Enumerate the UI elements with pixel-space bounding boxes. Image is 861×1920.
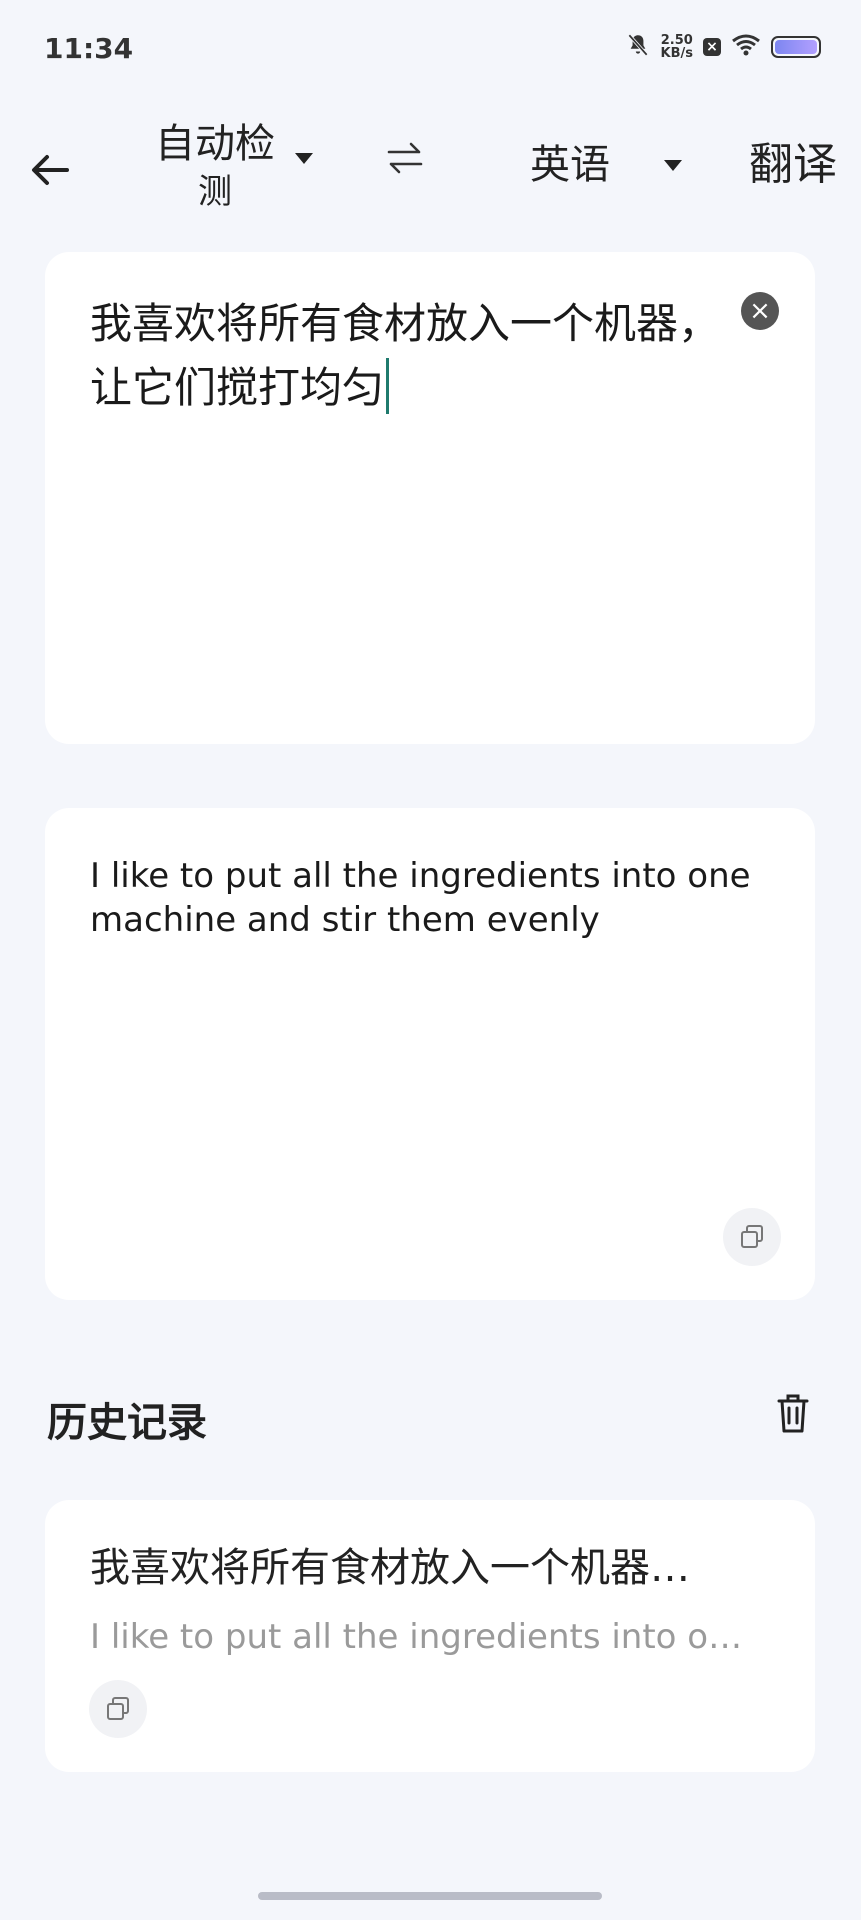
status-bar: 11:34 2.50 KB/s × [0,0,861,100]
network-speed: 2.50 KB/s [661,34,693,60]
clear-icon: × [749,296,771,326]
source-language-line1: 自动检 [155,121,275,167]
back-button[interactable] [20,140,80,200]
source-input-card[interactable]: 我喜欢将所有食材放入一个机器，让它们搅打均匀 × [45,252,815,744]
target-language-label: 英语 [530,142,610,188]
status-time: 11:34 [44,32,134,65]
history-title: 历史记录 [47,1400,207,1446]
clear-input-button[interactable]: × [741,292,779,330]
swap-languages-button[interactable] [385,140,425,180]
battery-fill [775,40,817,54]
clear-history-button[interactable] [765,1385,821,1441]
history-source-text: 我喜欢将所有食材放入一个机器… [90,1545,690,1591]
status-icons: 2.50 KB/s × [625,32,821,62]
text-cursor [386,358,390,414]
translation-text: I like to put all the ingredients into o… [90,856,751,940]
home-indicator[interactable] [258,1892,602,1900]
trash-icon [777,1394,809,1433]
translate-toolbar: 自动检 测 英语 翻译 [0,120,861,230]
copy-icon [107,1697,129,1720]
copy-translation-button[interactable] [723,1208,781,1266]
translate-button[interactable]: 翻译 [749,135,837,195]
source-text: 我喜欢将所有食材放入一个机器，让它们搅打均匀 [90,299,721,412]
wifi-icon [731,33,761,61]
source-language-label: 自动检 测 [140,120,290,216]
mute-bell-icon [625,32,651,62]
dropdown-caret-icon [295,153,313,164]
back-arrow-icon [32,155,69,185]
source-text-input[interactable]: 我喜欢将所有食材放入一个机器，让它们搅打均匀 [90,292,730,420]
source-language-selector[interactable]: 自动检 测 [140,120,330,220]
swap-icon [387,142,423,174]
history-translation-text: I like to put all the ingredients into o… [90,1617,743,1657]
target-language-selector[interactable]: 英语 [530,135,690,195]
source-language-line2: 测 [198,172,232,212]
translation-output-card: I like to put all the ingredients into o… [45,808,815,1300]
battery-icon [771,36,821,58]
box-x-icon: × [703,38,721,56]
copy-icon [741,1225,763,1248]
copy-history-button[interactable] [89,1680,147,1738]
history-item[interactable]: 我喜欢将所有食材放入一个机器… I like to put all the in… [45,1500,815,1772]
network-speed-unit: KB/s [660,46,693,61]
dropdown-caret-icon [664,160,682,171]
